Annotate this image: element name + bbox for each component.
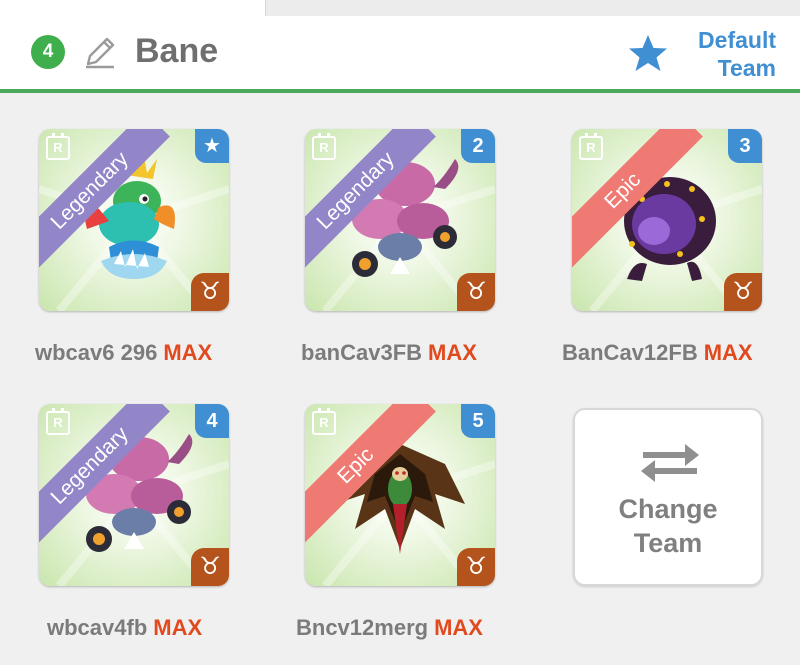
taurus-icon: ♉ <box>457 548 495 586</box>
slot-badge: ★ <box>195 129 229 163</box>
star-icon[interactable] <box>626 33 670 73</box>
monster-card[interactable]: Legendary R 2 ♉ banCav3FB MAX <box>301 129 495 365</box>
change-team-label: Change Team <box>575 492 761 560</box>
header-divider <box>0 89 800 93</box>
monster-tile[interactable]: Legendary R 4 ♉ <box>39 404 229 586</box>
monster-name: Bncv12merg MAX <box>296 613 483 643</box>
monster-name: banCav3FB MAX <box>301 338 477 368</box>
tab-current-team[interactable] <box>0 0 265 16</box>
default-team-label-line2: Team <box>717 55 776 81</box>
tab-other[interactable] <box>265 0 800 16</box>
slot-badge: 4 <box>195 404 229 438</box>
monster-card[interactable]: Epic R 5 ♉ Bncv12merg MAX <box>296 404 495 640</box>
slot-badge: 5 <box>461 404 495 438</box>
monster-card[interactable]: Legendary R ★ ♉ wbcav6 296 MAX <box>35 129 229 365</box>
tab-strip <box>0 0 800 16</box>
monster-card[interactable]: Epic R 3 ♉ BanCav12FB MAX <box>562 129 762 365</box>
monster-tile[interactable]: Legendary R ★ ♉ <box>39 129 229 311</box>
change-team-label-line2: Team <box>633 528 703 558</box>
taurus-icon: ♉ <box>191 273 229 311</box>
change-team-button[interactable]: Change Team <box>573 408 763 586</box>
monster-name-text: wbcav4fb <box>47 615 148 640</box>
calendar-rank-icon: R <box>579 133 603 160</box>
taurus-icon: ♉ <box>724 273 762 311</box>
calendar-rank-icon: R <box>46 408 70 435</box>
monster-name: BanCav12FB MAX <box>562 338 753 368</box>
monster-card[interactable]: Legendary R 4 ♉ wbcav4fb MAX <box>39 404 229 640</box>
monster-name-text: BanCav12FB <box>562 340 698 365</box>
max-level-tag: MAX <box>434 615 483 640</box>
default-team-button[interactable]: Default Team <box>676 26 776 82</box>
team-number-badge: 4 <box>31 35 65 69</box>
monster-name: wbcav6 296 MAX <box>35 338 212 368</box>
monster-name: wbcav4fb MAX <box>47 613 202 643</box>
slot-badge: 2 <box>461 129 495 163</box>
calendar-rank-icon: R <box>46 133 70 160</box>
change-team-label-line1: Change <box>618 494 718 524</box>
taurus-icon: ♉ <box>191 548 229 586</box>
monster-tile[interactable]: Legendary R 2 ♉ <box>305 129 495 311</box>
taurus-icon: ♉ <box>457 273 495 311</box>
calendar-rank-icon: R <box>312 408 336 435</box>
monster-name-text: banCav3FB <box>301 340 423 365</box>
swap-arrows-icon <box>641 444 699 482</box>
monster-name-text: wbcav6 296 <box>35 340 158 365</box>
monster-name-text: Bncv12merg <box>296 615 429 640</box>
max-level-tag: MAX <box>163 340 213 365</box>
monster-tile[interactable]: Epic R 5 ♉ <box>305 404 495 586</box>
max-level-tag: MAX <box>428 340 477 365</box>
team-name[interactable]: Bane <box>135 29 218 73</box>
default-team-label-line1: Default <box>698 27 776 53</box>
calendar-rank-icon: R <box>312 133 336 160</box>
slot-badge: 3 <box>728 129 762 163</box>
pencil-icon[interactable] <box>82 34 118 70</box>
monster-tile[interactable]: Epic R 3 ♉ <box>572 129 762 311</box>
max-level-tag: MAX <box>703 340 753 365</box>
max-level-tag: MAX <box>153 615 203 640</box>
